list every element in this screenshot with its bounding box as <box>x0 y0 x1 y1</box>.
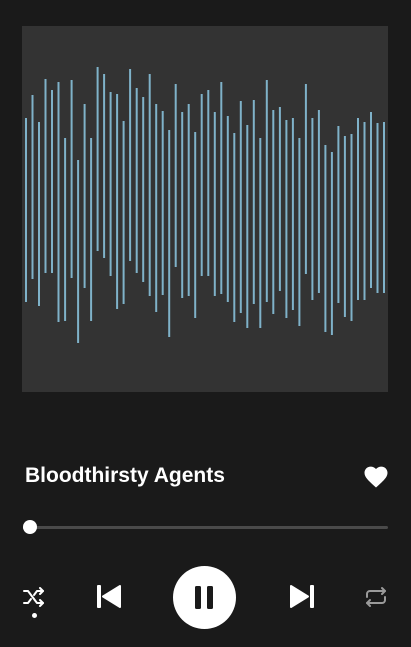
shuffle-active-indicator <box>32 613 37 618</box>
shuffle-button[interactable] <box>23 587 45 607</box>
repeat-button[interactable] <box>364 586 388 608</box>
album-artwork <box>22 26 388 392</box>
progress-thumb[interactable] <box>23 520 38 534</box>
skip-previous-icon <box>97 585 121 608</box>
pause-button[interactable] <box>173 566 236 629</box>
like-button[interactable] <box>364 466 388 488</box>
repeat-icon <box>366 587 386 607</box>
pause-icon <box>195 586 213 609</box>
skip-next-icon <box>290 585 314 608</box>
track-title: Bloodthirsty Agents <box>25 464 225 487</box>
next-button[interactable] <box>290 584 315 609</box>
previous-button[interactable] <box>96 584 121 609</box>
waveform-art <box>25 67 385 343</box>
progress-bar[interactable] <box>23 526 388 529</box>
shuffle-icon <box>23 587 44 607</box>
heart-icon <box>364 466 388 488</box>
